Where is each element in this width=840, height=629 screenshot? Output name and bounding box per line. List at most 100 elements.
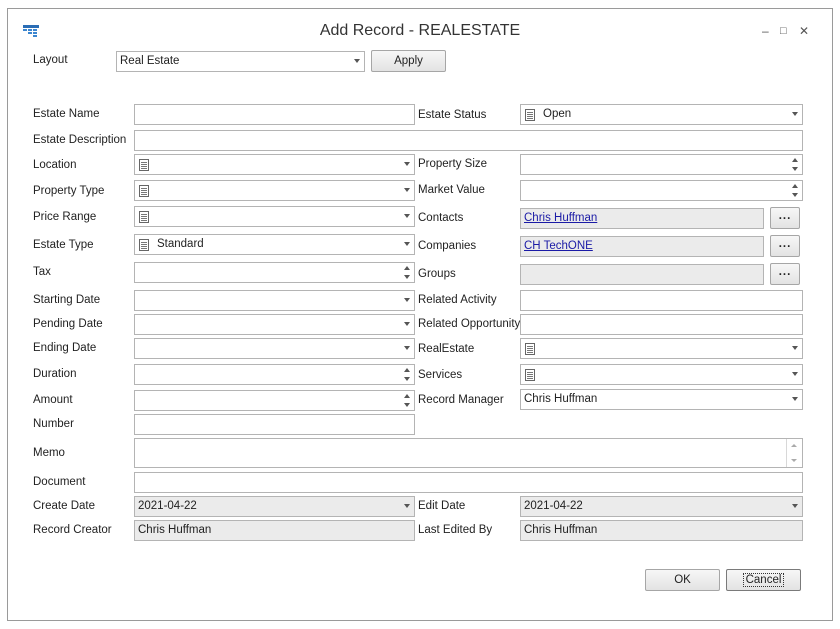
contacts-browse-button[interactable]: ... (770, 207, 800, 229)
spin-up-icon[interactable] (404, 368, 410, 372)
edit-date-label: Edit Date (418, 500, 466, 512)
tax-label: Tax (33, 266, 51, 278)
chevron-down-icon (404, 298, 410, 302)
estate-description-label: Estate Description (33, 134, 127, 146)
edit-date-value: 2021-04-22 (524, 500, 583, 512)
document-icon (139, 159, 149, 171)
memo-label: Memo (33, 447, 65, 459)
memo-textarea[interactable] (134, 438, 803, 468)
last-edited-by-label: Last Edited By (418, 524, 493, 536)
record-manager-select[interactable]: Chris Huffman (520, 389, 803, 410)
document-icon (139, 211, 149, 223)
pending-date-picker[interactable] (134, 314, 415, 335)
chevron-down-icon (404, 346, 410, 350)
market-value-label: Market Value (418, 184, 485, 196)
property-size-label: Property Size (418, 158, 488, 170)
spin-up-icon[interactable] (404, 266, 410, 270)
chevron-down-icon (792, 372, 798, 376)
document-input[interactable] (134, 472, 803, 493)
layout-value: Real Estate (120, 55, 180, 67)
document-icon (525, 369, 535, 381)
location-select[interactable] (134, 154, 415, 175)
companies-field: CH TechONE (520, 236, 764, 257)
spin-up-icon[interactable] (404, 394, 410, 398)
window-title: Add Record - REALESTATE (319, 22, 521, 39)
apply-button[interactable]: Apply (371, 50, 446, 72)
realestate-select[interactable] (520, 338, 803, 359)
document-icon (139, 185, 149, 197)
chevron-down-icon (354, 59, 360, 63)
chevron-down-icon (792, 346, 798, 350)
ok-button[interactable]: OK (645, 569, 720, 591)
document-icon (525, 343, 535, 355)
property-type-select[interactable] (134, 180, 415, 201)
maximize-button[interactable]: □ (780, 25, 787, 37)
starting-date-picker[interactable] (134, 290, 415, 311)
services-select[interactable] (520, 364, 803, 385)
scroll-up-icon[interactable] (791, 444, 797, 447)
contacts-field: Chris Huffman (520, 208, 764, 229)
groups-browse-button[interactable]: ... (770, 263, 800, 285)
property-size-spinner[interactable] (520, 154, 803, 175)
services-label: Services (418, 369, 463, 381)
location-label: Location (33, 159, 77, 171)
estate-description-input[interactable] (134, 130, 803, 151)
estate-name-input[interactable] (134, 104, 415, 125)
record-manager-value: Chris Huffman (524, 393, 598, 405)
close-button[interactable]: ✕ (799, 24, 809, 38)
chevron-down-icon (792, 504, 798, 508)
estate-type-value: Standard (157, 238, 204, 250)
cancel-button-label: Cancel (742, 573, 785, 587)
cancel-button[interactable]: Cancel (726, 569, 801, 591)
record-creator-field: Chris Huffman (134, 520, 415, 541)
related-activity-input[interactable] (520, 290, 803, 311)
layout-select[interactable]: Real Estate (116, 51, 365, 72)
number-input[interactable] (134, 414, 415, 435)
related-opportunity-input[interactable] (520, 314, 803, 335)
record-creator-value: Chris Huffman (138, 524, 212, 536)
memo-scrollbar[interactable] (786, 439, 802, 467)
document-icon (139, 239, 149, 251)
estate-type-select[interactable]: Standard (134, 234, 415, 255)
companies-link[interactable]: CH TechONE (524, 240, 593, 252)
minimize-button[interactable]: – (762, 24, 769, 38)
chevron-down-icon (792, 112, 798, 116)
chevron-down-icon (404, 188, 410, 192)
tax-spinner[interactable] (134, 262, 415, 283)
create-date-value: 2021-04-22 (138, 500, 197, 512)
layout-label: Layout (33, 54, 68, 66)
price-range-select[interactable] (134, 206, 415, 227)
spin-down-icon[interactable] (792, 167, 798, 171)
spin-down-icon[interactable] (404, 403, 410, 407)
spin-down-icon[interactable] (404, 377, 410, 381)
scroll-down-icon[interactable] (791, 459, 797, 462)
estate-status-label: Estate Status (418, 109, 487, 121)
number-label: Number (33, 418, 74, 430)
market-value-spinner[interactable] (520, 180, 803, 201)
amount-spinner[interactable] (134, 390, 415, 411)
spin-down-icon[interactable] (404, 275, 410, 279)
record-manager-label: Record Manager (418, 394, 504, 406)
ending-date-picker[interactable] (134, 338, 415, 359)
estate-status-select[interactable]: Open (520, 104, 803, 125)
contacts-label: Contacts (418, 212, 464, 224)
create-date-label: Create Date (33, 500, 96, 512)
spin-up-icon[interactable] (792, 184, 798, 188)
estate-type-label: Estate Type (33, 239, 94, 251)
companies-browse-button[interactable]: ... (770, 235, 800, 257)
related-opportunity-label: Related Opportunity (418, 318, 521, 330)
spin-down-icon[interactable] (792, 193, 798, 197)
record-creator-label: Record Creator (33, 524, 112, 536)
groups-label: Groups (418, 268, 456, 280)
chevron-down-icon (404, 214, 410, 218)
duration-spinner[interactable] (134, 364, 415, 385)
spin-up-icon[interactable] (792, 158, 798, 162)
estate-name-label: Estate Name (33, 108, 100, 120)
price-range-label: Price Range (33, 211, 97, 223)
create-date-picker: 2021-04-22 (134, 496, 415, 517)
groups-field (520, 264, 764, 285)
document-icon (525, 109, 535, 121)
chevron-down-icon (404, 162, 410, 166)
contacts-link[interactable]: Chris Huffman (524, 212, 597, 224)
estate-status-value: Open (543, 108, 572, 120)
